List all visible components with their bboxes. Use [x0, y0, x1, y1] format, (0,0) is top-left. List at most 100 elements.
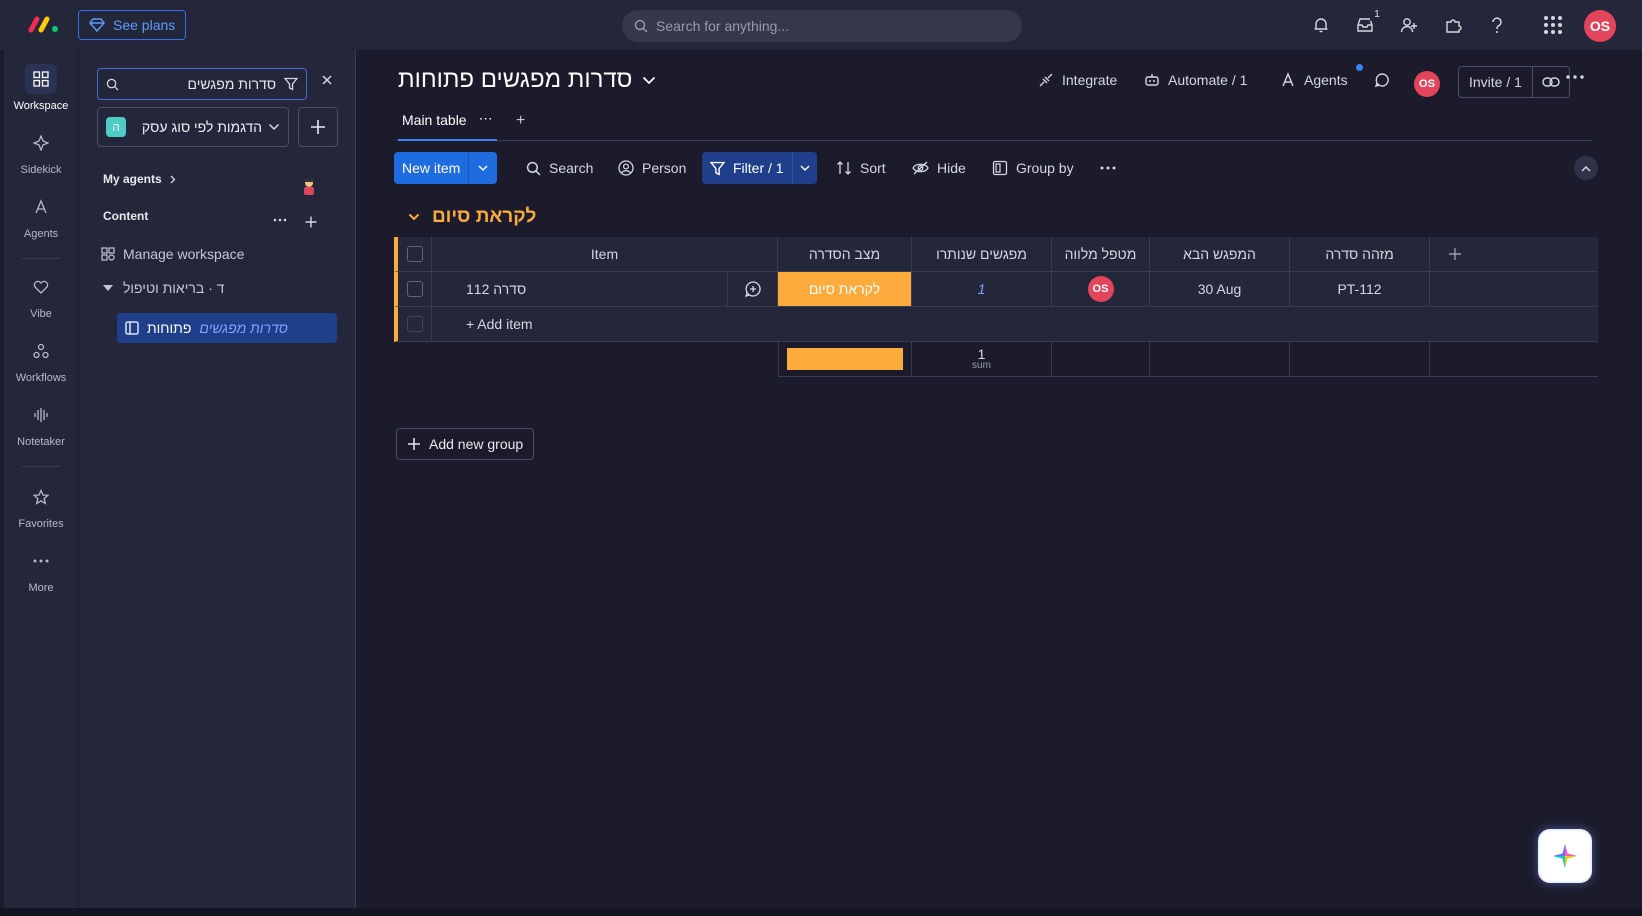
column-header-owner[interactable]: מטפל מלווה — [1052, 237, 1150, 272]
integrate-button[interactable]: Integrate — [1038, 72, 1117, 88]
column-header-remaining[interactable]: מפגשים שנותרו — [912, 237, 1052, 272]
search-placeholder: Search for anything... — [656, 18, 790, 34]
ai-assistant-button[interactable] — [1538, 829, 1592, 883]
notification-dot — [1356, 64, 1363, 71]
user-avatar[interactable]: OS — [1584, 10, 1616, 42]
my-agents-label: My agents — [103, 172, 162, 186]
summary-empty-cell — [1290, 342, 1430, 377]
group-title[interactable]: לקראת סיום — [432, 206, 536, 228]
inbox-icon[interactable]: 1 — [1354, 7, 1384, 36]
column-header-item[interactable]: Item — [432, 237, 778, 272]
column-header-next-session[interactable]: המפגש הבא — [1150, 237, 1290, 272]
add-view-icon[interactable]: + — [516, 112, 525, 130]
agent-avatar-icon[interactable] — [301, 178, 317, 196]
person-filter-button[interactable]: Person — [614, 152, 690, 184]
close-icon[interactable] — [321, 74, 333, 86]
row-checkbox[interactable] — [406, 281, 423, 297]
rail-item-favorites[interactable]: Favorites — [4, 482, 78, 530]
column-header-series-id[interactable]: מזהה סדרה — [1290, 237, 1430, 272]
board-item-active[interactable]: פתוחות סדרות מפגשים — [117, 313, 337, 343]
column-header-status[interactable]: מצב הסדרה — [778, 237, 912, 272]
manage-workspace-item[interactable]: Manage workspace — [101, 246, 244, 262]
chevron-down-icon[interactable] — [793, 164, 817, 172]
workspace-search-input[interactable]: סדרות מפגשים — [97, 68, 307, 100]
link-icon[interactable] — [1533, 76, 1569, 88]
rail-item-vibe[interactable]: Vibe — [4, 272, 78, 320]
new-item-button[interactable]: New item — [394, 152, 498, 184]
rail-item-workflows[interactable]: Workflows — [4, 336, 78, 384]
integrate-icon — [1038, 72, 1054, 88]
summary-empty-cell — [1150, 342, 1290, 377]
filter-icon[interactable] — [284, 77, 298, 91]
chevron-down-icon[interactable] — [469, 164, 497, 172]
invite-button[interactable]: Invite / 1 — [1458, 66, 1570, 98]
series-id-cell[interactable]: PT-112 — [1290, 272, 1430, 307]
remaining-summary-cell[interactable]: 1 sum — [912, 342, 1052, 377]
add-content-icon[interactable] — [305, 216, 317, 228]
group-header[interactable]: לקראת סיום — [408, 206, 536, 228]
board-title[interactable]: סדרות מפגשים פתוחות — [398, 66, 656, 94]
add-item-row: + Add item — [394, 307, 1598, 342]
filter-button-main[interactable]: Filter / 1 — [702, 152, 793, 184]
agents-button[interactable]: Agents — [1280, 72, 1348, 88]
status-cell[interactable]: לקראת סיום — [778, 272, 912, 307]
remaining-sessions-cell[interactable]: 1 — [912, 272, 1052, 307]
more-dots-icon[interactable] — [273, 218, 287, 222]
board-owner-avatar[interactable]: OS — [1414, 71, 1440, 97]
rail-label-vibe: Vibe — [30, 308, 52, 320]
folder-item[interactable]: ד · בריאות וטיפול — [103, 280, 224, 296]
help-icon[interactable] — [1486, 14, 1508, 36]
chevron-down-icon[interactable] — [408, 213, 420, 221]
status-summary-cell[interactable] — [778, 342, 912, 377]
automate-button[interactable]: Automate / 1 — [1144, 72, 1247, 88]
add-new-group-button[interactable]: Add new group — [396, 428, 535, 460]
more-dots-icon[interactable] — [1566, 75, 1584, 79]
global-search-input[interactable]: Search for anything... — [622, 10, 1022, 42]
add-update-icon[interactable] — [728, 272, 778, 307]
filter-button[interactable]: Filter / 1 — [702, 152, 817, 184]
select-all-cell[interactable] — [394, 237, 432, 272]
hide-button[interactable]: Hide — [908, 152, 970, 184]
my-agents-heading[interactable]: My agents — [103, 172, 176, 186]
rail-item-sidekick[interactable]: Sidekick — [4, 128, 78, 176]
add-item-input[interactable]: + Add item — [432, 307, 1598, 342]
table-row[interactable]: סדרה 112 לקראת סיום 1 OS 30 Aug PT-112 — [394, 272, 1598, 307]
audio-wave-icon — [25, 400, 57, 430]
rail-label-more: More — [28, 582, 54, 594]
manage-workspace-label: Manage workspace — [123, 246, 245, 262]
sort-button[interactable]: Sort — [832, 152, 890, 184]
row-select-cell[interactable] — [394, 272, 432, 307]
collapse-header-icon[interactable] — [1574, 156, 1598, 180]
rail-divider — [22, 258, 60, 259]
workspace-selector[interactable]: ה הדגמות לפי סוג עסק — [97, 107, 289, 147]
add-icon[interactable] — [298, 107, 338, 147]
robot-icon — [1144, 72, 1160, 88]
rail-item-workspace[interactable]: Workspace — [4, 64, 78, 112]
see-plans-button[interactable]: See plans — [78, 10, 187, 40]
inbox-badge: 1 — [1370, 7, 1384, 21]
monday-logo-icon[interactable] — [28, 14, 60, 34]
search-button[interactable]: Search — [522, 152, 597, 184]
bell-icon[interactable] — [1310, 14, 1332, 36]
rail-item-notetaker[interactable]: Notetaker — [4, 400, 78, 448]
new-item-label: New item — [394, 152, 470, 184]
tab-main-table[interactable]: Main table ⋯ — [398, 110, 497, 141]
sparkle-icon — [25, 128, 57, 158]
person-icon — [618, 160, 634, 176]
more-dots-icon[interactable] — [1096, 152, 1120, 184]
rail-item-more[interactable]: More — [4, 546, 78, 594]
select-all-checkbox[interactable] — [406, 246, 423, 262]
item-name-cell[interactable]: סדרה 112 — [432, 272, 728, 307]
invite-members-icon[interactable] — [1398, 14, 1420, 36]
integrate-label: Integrate — [1062, 72, 1118, 88]
add-column-icon[interactable] — [1430, 237, 1598, 272]
updates-button[interactable] — [1374, 72, 1390, 88]
owner-cell[interactable]: OS — [1052, 272, 1150, 307]
apps-icon[interactable] — [1442, 14, 1464, 36]
grid-icon[interactable] — [1542, 14, 1564, 36]
group-by-icon — [992, 160, 1008, 176]
more-dots-icon[interactable]: ⋯ — [479, 110, 493, 127]
group-by-button[interactable]: Group by — [988, 152, 1078, 184]
rail-item-agents[interactable]: Agents — [4, 192, 78, 240]
next-session-cell[interactable]: 30 Aug — [1150, 272, 1290, 307]
